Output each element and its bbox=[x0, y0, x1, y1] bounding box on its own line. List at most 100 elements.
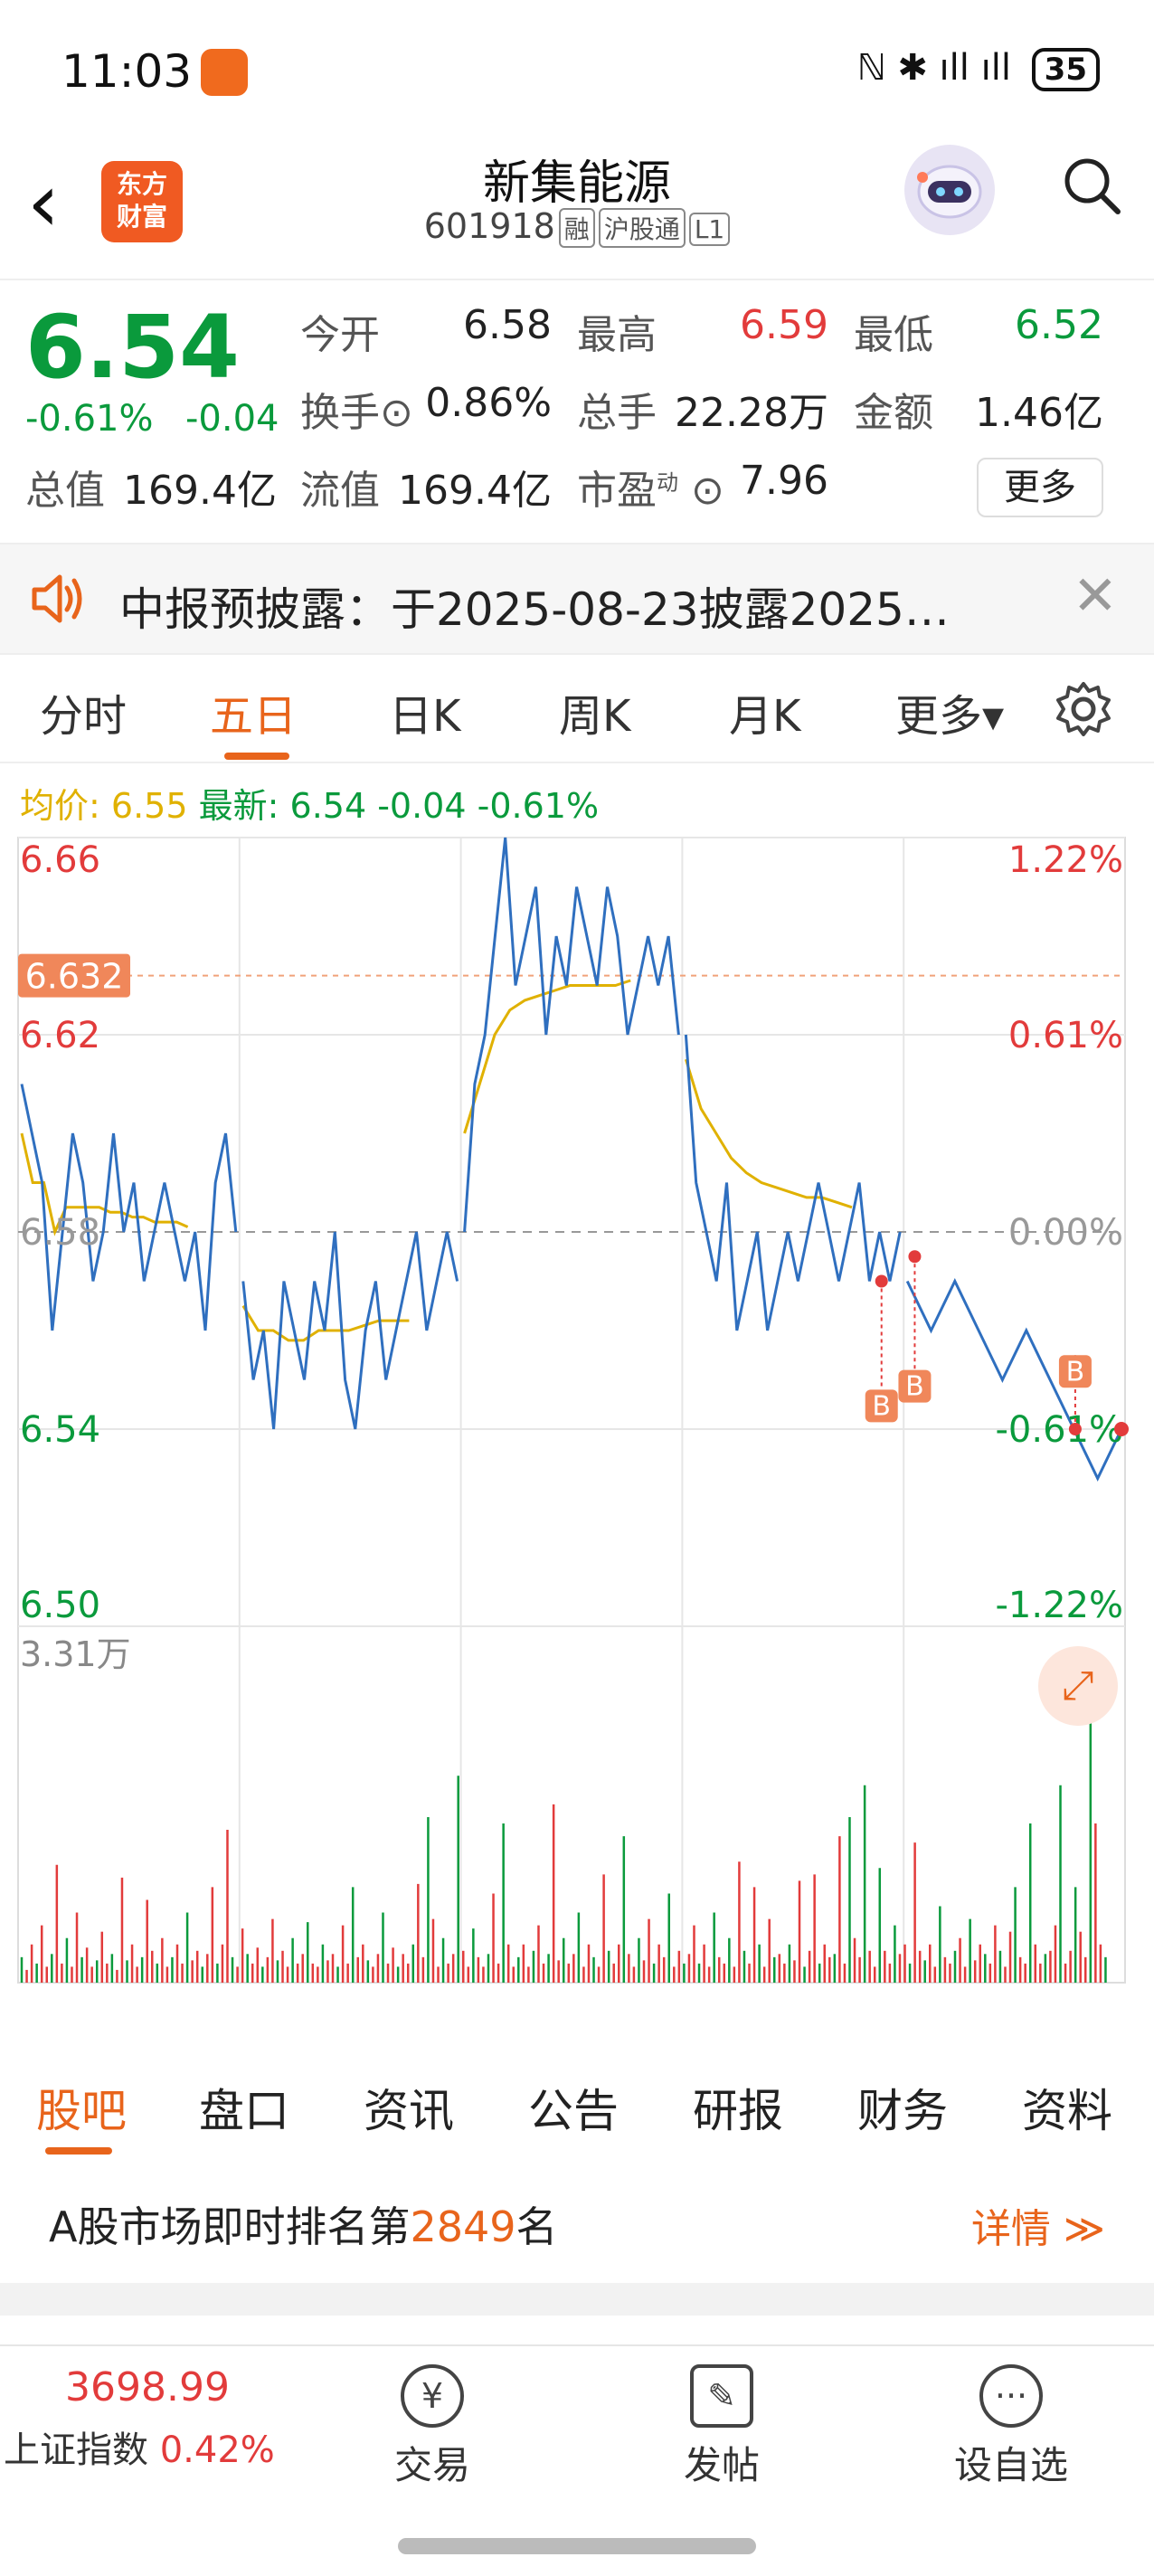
avg-series-day bbox=[684, 1058, 853, 1209]
left-axis-label: 6.66 bbox=[20, 839, 100, 881]
low-label: 最低 bbox=[854, 312, 933, 358]
right-axis-label: -1.22% bbox=[995, 1585, 1123, 1626]
buy-marker-label: B bbox=[905, 1371, 924, 1403]
avg-value: 6.55 bbox=[110, 786, 188, 826]
status-bar: 11:03 ℕ ✱ ıll ıll 35 bbox=[0, 0, 1154, 145]
latest-change-pct: -0.61% bbox=[477, 786, 600, 826]
pe-label-text: 市盈 bbox=[577, 468, 657, 514]
nav-watchlist[interactable]: ··· 设自选 bbox=[921, 2364, 1102, 2490]
tab-intraday[interactable]: 分时 bbox=[40, 680, 127, 743]
stock-header: ‹ 东方 财富 新集能源 601918 融沪股通 L1 bbox=[0, 145, 1154, 280]
turnover-label[interactable]: 换手⊙ bbox=[300, 380, 413, 438]
latest-value: 6.54 bbox=[289, 786, 367, 826]
right-axis-label: 0.61% bbox=[1008, 1015, 1123, 1056]
tab-weekly-k[interactable]: 周K bbox=[559, 680, 630, 743]
left-axis-label: 6.62 bbox=[20, 1015, 100, 1056]
expand-icon[interactable]: ⤢ bbox=[1038, 1646, 1118, 1726]
yen-icon: ¥ bbox=[401, 2364, 464, 2428]
notification-app-icon bbox=[201, 49, 248, 96]
pe-value: 7.96 bbox=[740, 458, 828, 504]
nav-trade-label: 交易 bbox=[393, 2443, 470, 2487]
tab-orderbook[interactable]: 盘口 bbox=[199, 2075, 289, 2140]
left-axis-label: 6.50 bbox=[20, 1585, 100, 1626]
notice-bar[interactable]: 中报预披露：于2025-08-23披露2025… ✕ bbox=[0, 543, 1154, 655]
pe-sup: 动 bbox=[657, 469, 678, 496]
buy-marker-label: B bbox=[1066, 1356, 1085, 1387]
rank-text: A股市场即时排名第2849名 bbox=[49, 2194, 558, 2254]
x-axis-label: 08/13 bbox=[743, 1994, 843, 1999]
float-cap-label: 流值 bbox=[300, 468, 380, 514]
info-icon: ⊙ bbox=[678, 468, 724, 514]
index-label-line[interactable]: 上证指数 0.42% bbox=[4, 2420, 275, 2473]
tag-margin: 融 bbox=[558, 208, 595, 248]
open-label: 今开 bbox=[300, 312, 380, 358]
index-label: 上证指数 bbox=[4, 2429, 148, 2471]
nav-trade[interactable]: ¥ 交易 bbox=[342, 2364, 523, 2490]
right-axis-label: 0.00% bbox=[1008, 1212, 1123, 1254]
more-dots-icon: ··· bbox=[979, 2364, 1043, 2428]
rank-number: 2849 bbox=[410, 2202, 516, 2251]
current-price: 6.54 bbox=[25, 297, 240, 398]
tab-monthly-k[interactable]: 月K bbox=[729, 680, 800, 743]
chart-svg: 6.66 1.22% 6.62 0.61% 6.58 0.00% 6.54 -0.61% 6.5… bbox=[17, 837, 1129, 2034]
index-value[interactable]: 3698.99 bbox=[65, 2364, 230, 2410]
edit-icon: ✎ bbox=[690, 2364, 753, 2428]
info-tabs: 股吧 盘口 资讯 公告 研报 财务 资料 bbox=[0, 2053, 1154, 2155]
pe-label[interactable]: 市盈动 ⊙ bbox=[577, 458, 724, 516]
tab-five-day[interactable]: 五日 bbox=[210, 680, 297, 743]
status-time: 11:03 bbox=[61, 45, 193, 98]
latest-label: 最新: bbox=[198, 786, 279, 826]
amount-value: 1.46亿 bbox=[975, 390, 1103, 436]
close-icon[interactable]: ✕ bbox=[1073, 564, 1118, 628]
tag-level: L1 bbox=[688, 213, 731, 246]
nav-post[interactable]: ✎ 发帖 bbox=[631, 2364, 812, 2490]
market-rank-row[interactable]: A股市场即时排名第2849名 详情 ≫ bbox=[0, 2171, 1154, 2279]
axis-labels: 6.66 1.22% 6.62 0.61% 6.58 0.00% 6.54 -0.61% 6.5… bbox=[18, 839, 1123, 2034]
home-indicator[interactable] bbox=[398, 2538, 756, 2554]
amount-label: 金额 bbox=[854, 390, 933, 436]
float-cap-value: 169.4亿 bbox=[398, 468, 552, 514]
bottom-nav: 3698.99 上证指数 0.42% ¥ 交易 ✎ 发帖 ··· 设自选 bbox=[0, 2344, 1154, 2525]
price-series-day bbox=[684, 1034, 902, 1331]
tab-more[interactable]: 更多▾ bbox=[895, 680, 1004, 743]
ref-price-label: 6.632 bbox=[25, 957, 124, 997]
tab-research[interactable]: 研报 bbox=[693, 2075, 783, 2140]
change-amount: -0.04 bbox=[185, 398, 279, 440]
left-axis-label: 6.54 bbox=[20, 1409, 100, 1451]
rank-suffix: 名 bbox=[516, 2202, 558, 2251]
assistant-robot-icon[interactable] bbox=[904, 145, 995, 235]
more-button[interactable]: 更多 bbox=[977, 458, 1103, 517]
rank-detail-link[interactable]: 详情 ≫ bbox=[971, 2196, 1105, 2254]
x-axis-label: 08/08 bbox=[80, 1994, 179, 1999]
chart-frame bbox=[17, 837, 1126, 1984]
market-cap-label: 总值 bbox=[25, 468, 105, 514]
tab-news[interactable]: 资讯 bbox=[364, 2075, 454, 2140]
change-percent: -0.61% bbox=[25, 398, 154, 440]
tag-connect: 沪股通 bbox=[598, 208, 686, 248]
settings-gear-icon[interactable] bbox=[1053, 678, 1114, 743]
x-axis-label: 08/12 bbox=[522, 1994, 621, 1999]
low-value: 6.52 bbox=[1015, 302, 1103, 348]
signal-icons: ℕ ✱ ıll ıll bbox=[856, 47, 1011, 89]
right-axis-label: -0.61% bbox=[995, 1409, 1123, 1451]
volume-bars bbox=[20, 1664, 1107, 1983]
tab-profile[interactable]: 资料 bbox=[1022, 2075, 1112, 2140]
active-tab-indicator bbox=[224, 753, 289, 760]
index-pct: 0.42% bbox=[159, 2429, 275, 2471]
battery-icon: 35 bbox=[1031, 48, 1100, 91]
tab-daily-k[interactable]: 日K bbox=[389, 680, 460, 743]
section-divider bbox=[0, 2283, 1154, 2316]
nav-watchlist-label: 设自选 bbox=[953, 2443, 1068, 2487]
active-bottom-tab-indicator bbox=[45, 2147, 112, 2155]
quote-panel: 6.54 -0.61% -0.04 今开 6.58 最高 6.59 最低 6.5… bbox=[0, 280, 1154, 543]
tab-announcements[interactable]: 公告 bbox=[528, 2075, 619, 2140]
tab-financials[interactable]: 财务 bbox=[857, 2075, 948, 2140]
rank-prefix: A股市场即时排名第 bbox=[49, 2202, 411, 2251]
last-price-dot bbox=[1114, 1422, 1129, 1436]
volume-value: 22.28万 bbox=[675, 390, 828, 436]
stock-code: 601918 bbox=[423, 206, 555, 246]
high-label: 最高 bbox=[577, 312, 657, 358]
five-day-chart[interactable]: 6.66 1.22% 6.62 0.61% 6.58 0.00% 6.54 -0.61% 6.5… bbox=[0, 832, 1154, 2034]
search-icon[interactable] bbox=[1060, 154, 1123, 217]
tab-forum[interactable]: 股吧 bbox=[36, 2075, 127, 2140]
